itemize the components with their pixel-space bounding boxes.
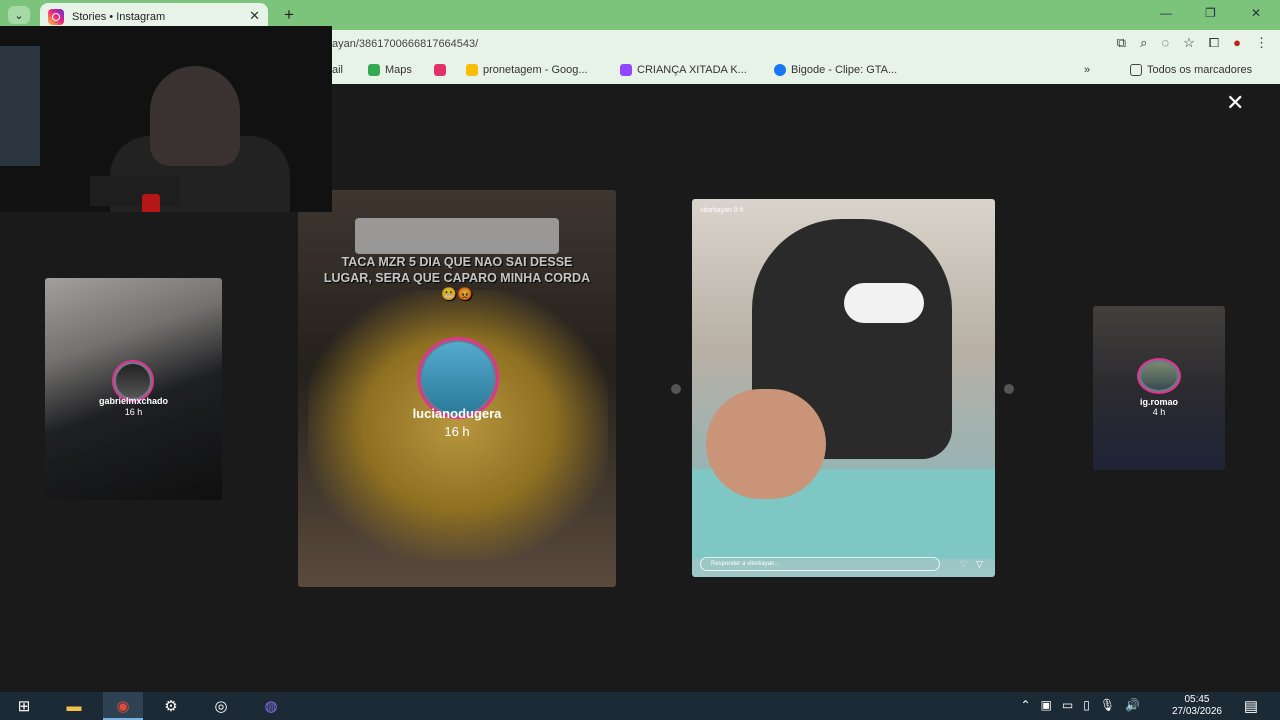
story-photo-mask: [844, 283, 924, 323]
drive-icon: [466, 64, 478, 76]
webcam-overlay: [0, 26, 332, 212]
facebook-icon: [774, 64, 786, 76]
story-photo-face: [706, 389, 826, 499]
chrome-icon[interactable]: ◉: [112, 696, 134, 716]
tab-close-button[interactable]: ✕: [249, 8, 260, 24]
instagram-icon: [434, 64, 446, 76]
minimize-icon[interactable]: —: [1160, 6, 1172, 20]
new-tab-button[interactable]: +: [284, 5, 294, 25]
maps-icon: [368, 64, 380, 76]
bookmark-twitch[interactable]: CRIANÇA XITADA K...: [620, 64, 747, 76]
story-header: vitorkayan 8 h: [700, 207, 744, 214]
volume-icon[interactable]: 🔊: [1125, 698, 1140, 712]
tray-display-icon[interactable]: ▭: [1062, 698, 1073, 712]
clock-date: 27/03/2026: [1171, 706, 1222, 717]
obs-icon[interactable]: ◎: [210, 696, 232, 716]
window-close-icon[interactable]: ✕: [1251, 6, 1261, 20]
bookmark-star-icon[interactable]: ☆: [1183, 35, 1195, 51]
story-time: 4 h: [1152, 407, 1166, 417]
story-username: lucianodugera: [412, 406, 502, 421]
bookmark-facebook[interactable]: Bigode - Clipe: GTA...: [774, 64, 897, 76]
tab-search-button[interactable]: ⌄: [8, 6, 30, 24]
story-username: vitorkayan: [700, 207, 732, 214]
menu-icon[interactable]: ⋮: [1255, 35, 1268, 51]
bookmark-maps[interactable]: Maps: [368, 64, 412, 76]
restore-icon[interactable]: ❐: [1205, 6, 1216, 20]
tab-title: Stories • Instagram: [72, 10, 166, 23]
bookmark-instagram[interactable]: [434, 64, 446, 76]
steam-icon[interactable]: ⚙: [160, 696, 182, 716]
bookmarks-overflow[interactable]: »: [1084, 64, 1090, 76]
all-bookmarks[interactable]: Todos os marcadores: [1130, 64, 1252, 76]
story-time: 8 h: [733, 207, 744, 214]
story-time: 16 h: [444, 424, 470, 439]
install-app-icon[interactable]: ⧉: [1117, 35, 1126, 51]
like-icon[interactable]: ♡: [960, 559, 968, 570]
story-preview-lucianodugera[interactable]: TACA MZR 5 DIA QUE NAO SAI DESSE LUGAR, …: [298, 190, 616, 587]
profile-avatar[interactable]: ●: [1233, 35, 1241, 51]
tray-overflow-icon[interactable]: ⌃: [1020, 698, 1030, 712]
twitch-icon: [620, 64, 632, 76]
notifications-icon[interactable]: ▤: [1240, 696, 1262, 716]
windows-taskbar: ⊞ ▬ ◉ ⚙ ◎ ◍ ⌃ ▣ ▭ ▯ 🎙 🔊 05:45 27/03/2026…: [0, 692, 1280, 720]
address-bar[interactable]: ayan/3861700666817664543/: [332, 30, 478, 58]
zoom-icon[interactable]: ⌕: [1140, 35, 1147, 51]
bookmark-drive[interactable]: pronetagem - Goog...: [466, 64, 588, 76]
system-clock[interactable]: 05:45 27/03/2026: [1172, 694, 1222, 718]
story-preview-gabrielmxchado[interactable]: gabrielmxchado 16 h: [45, 278, 222, 500]
story-username: gabrielmxchado: [98, 396, 169, 406]
share-icon[interactable]: ▽: [976, 559, 983, 570]
story-avatar: [1137, 358, 1181, 394]
story-time: 16 h: [124, 407, 143, 417]
extensions-icon[interactable]: ⧠: [1209, 35, 1219, 51]
bookmark-gmail[interactable]: ail: [332, 64, 343, 76]
story-preview-ig-romao[interactable]: ig.romao 4 h: [1093, 306, 1225, 470]
file-explorer-icon[interactable]: ▬: [63, 696, 85, 716]
story-username: ig.romao: [1139, 397, 1178, 407]
windows-start-icon[interactable]: ⊞: [13, 696, 35, 716]
eye-off-icon[interactable]: ◌: [1161, 35, 1169, 51]
microphone-icon[interactable]: 🎙: [1100, 698, 1115, 712]
close-viewer-button[interactable]: ✕: [1226, 92, 1244, 114]
story-reply-input[interactable]: Responder a vitorkayan...: [700, 557, 940, 571]
folder-icon: [1130, 64, 1142, 76]
active-story-vitorkayan[interactable]: vitorkayan 8 h Responder a vitorkayan...…: [692, 199, 995, 577]
previous-story-button[interactable]: [671, 384, 681, 394]
network-icon[interactable]: ▯: [1083, 698, 1090, 712]
discord-icon[interactable]: ◍: [260, 696, 282, 716]
instagram-icon: [48, 8, 64, 25]
clock-time: 05:45: [1184, 694, 1210, 705]
next-story-button[interactable]: [1004, 384, 1014, 394]
tray-app-icon[interactable]: ▣: [1041, 698, 1052, 712]
